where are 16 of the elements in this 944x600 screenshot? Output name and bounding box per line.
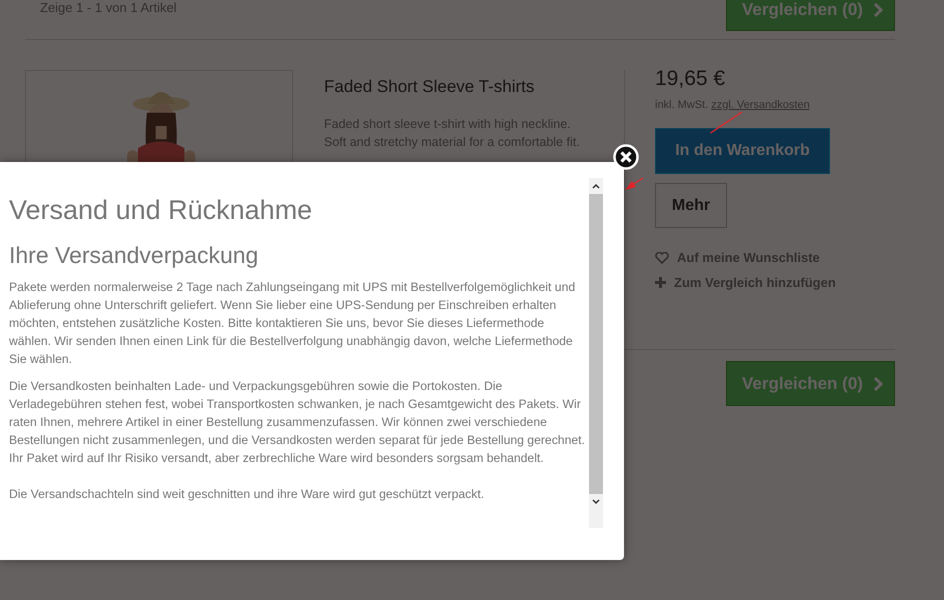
- price: 19,65 €: [655, 67, 726, 91]
- more-button[interactable]: Mehr: [655, 183, 727, 228]
- dialog-paragraph: Die Versandschachteln sind weit geschnitten und ihre Ware wird gut geschützt verpackt.: [9, 486, 486, 503]
- dialog-heading: Ihre Versandverpackung: [9, 242, 260, 269]
- dialog-title: Versand und Rücknahme: [9, 195, 314, 226]
- product-name[interactable]: Faded Short Sleeve T-shirts: [324, 77, 624, 97]
- add-to-cart-button[interactable]: In den Warenkorb: [655, 128, 830, 174]
- scroll-down-icon: [592, 499, 600, 505]
- chevron-icon: [872, 2, 883, 16]
- plus-icon: [655, 277, 666, 288]
- heart-icon: [655, 252, 669, 264]
- chevron-icon: [872, 376, 883, 390]
- dialog-paragraph: Pakete werden normalerweise 2 Tage nach Zahlungseingang mit UPS mit Bestellverfolgemöglichkeit und Ablieferung ohne Unterschrift geliefert. Wenn Sie lieber eine UPS-Sendung per Einschreiben erhalten möchten, entstehen zusätzliche Kosten. Bitte kontaktieren Sie uns, bevor Sie dieses Liefermethode wählen. Wir senden Ihnen einen Link für die Bestellverfolgung unabhängig davon, welche Liefermethode Sie wählen.: [9, 279, 576, 368]
- dialog-paragraph: Die Versandkosten beinhalten Lade- und Verpackungsgebühren sowie die Portokosten. Die Verladegebühren stehen fest, wobei Transportkosten schwanken, je nach Gesamtgewicht des Pakets. Wir raten Ihnen, mehrere Artikel in einer Bestellung zusammenzufassen. Wir können zwei verschiedene Bestellungen nicht zusammenlegen, und die Versandkosten werden separat für jede Bestellung gerechnet. Ihr Paket wird auf Ihr Risiko versandt, aber zerbrechliche Ware wird besonders sorgsam behandelt.: [9, 378, 586, 467]
- scroll-up-icon: [592, 183, 600, 189]
- close-button[interactable]: [613, 144, 639, 170]
